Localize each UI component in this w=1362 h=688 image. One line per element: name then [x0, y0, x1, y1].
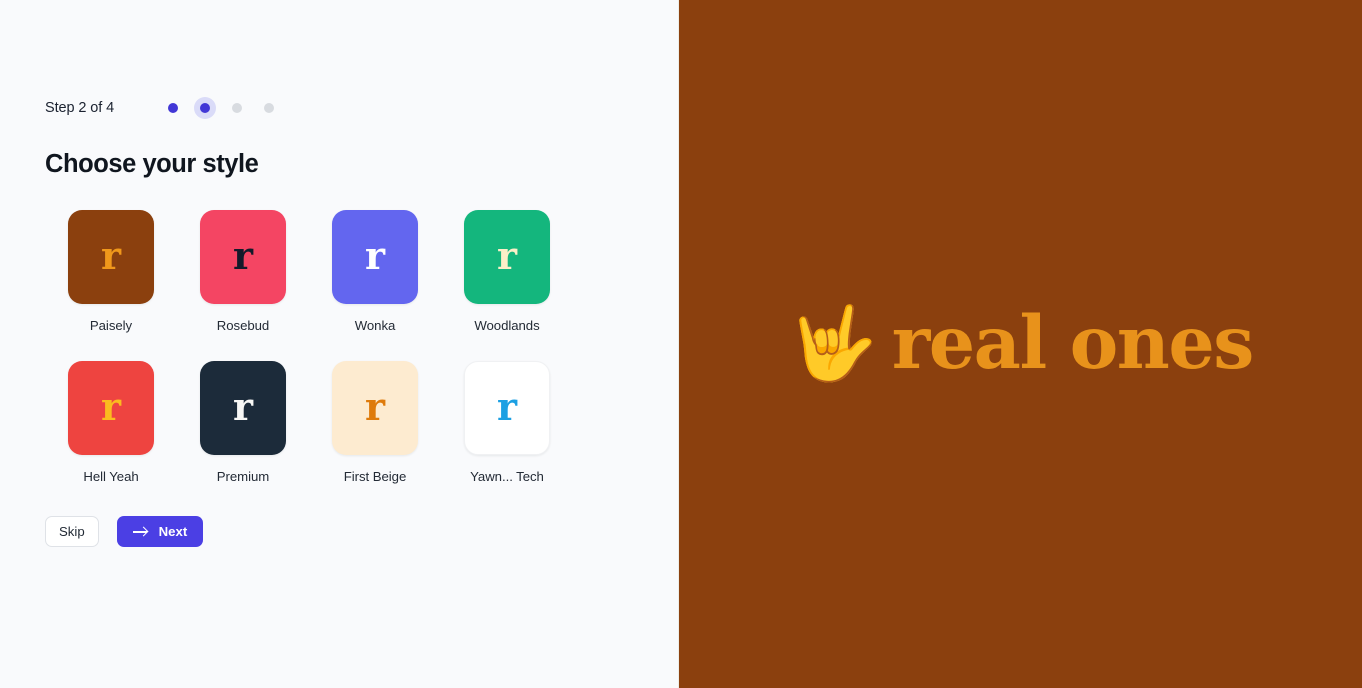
step-dot-4[interactable] — [258, 97, 280, 119]
next-button[interactable]: Next — [116, 516, 204, 547]
wizard-panel: Step 2 of 4 Choose your style r Paisely r R… — [0, 0, 679, 688]
brand-wordmark: real ones — [891, 299, 1255, 386]
style-option-premium[interactable]: r Premium — [177, 361, 309, 484]
style-glyph: r — [496, 384, 518, 429]
step-dot-marker — [264, 103, 275, 113]
style-option-yawn-tech[interactable]: r Yawn... Tech — [441, 361, 573, 484]
style-option-rosebud[interactable]: r Rosebud — [177, 210, 309, 333]
step-dot-3[interactable] — [226, 97, 248, 119]
wizard-content: Step 2 of 4 Choose your style r Paisely r R… — [0, 0, 678, 547]
wizard-actions: Skip Next — [45, 516, 678, 547]
style-swatch[interactable]: r — [464, 361, 550, 455]
style-grid: r Paisely r Rosebud r Wonka r Woodlands r Hell Ye… — [45, 210, 678, 484]
style-glyph: r — [100, 384, 122, 429]
style-glyph: r — [364, 233, 386, 278]
style-option-label: Paisely — [89, 318, 133, 333]
style-option-label: First Beige — [343, 469, 407, 484]
next-button-label: Next — [158, 524, 188, 539]
style-swatch[interactable]: r — [332, 361, 418, 455]
style-option-paisely[interactable]: r Paisely — [45, 210, 177, 333]
step-dot-marker — [200, 103, 211, 113]
style-swatch[interactable]: r — [200, 361, 286, 455]
style-glyph: r — [364, 384, 386, 429]
style-glyph: r — [232, 384, 254, 429]
page-title: Choose your style — [45, 150, 259, 178]
style-option-label: Wonka — [354, 318, 396, 333]
step-dot-2[interactable] — [194, 97, 217, 119]
skip-button[interactable]: Skip — [45, 516, 99, 547]
brand-logo: 🤟 real ones — [788, 299, 1255, 386]
style-option-woodlands[interactable]: r Woodlands — [441, 210, 573, 333]
style-swatch[interactable]: r — [68, 210, 154, 304]
arrow-right-icon — [132, 526, 148, 537]
style-swatch[interactable]: r — [464, 210, 550, 304]
step-indicator: Step 2 of 4 — [45, 96, 678, 120]
style-option-wonka[interactable]: r Wonka — [309, 210, 441, 333]
step-dot-marker — [168, 103, 179, 113]
style-option-first-beige[interactable]: r First Beige — [309, 361, 441, 484]
style-glyph: r — [496, 233, 518, 278]
style-option-label: Rosebud — [216, 318, 270, 333]
style-glyph: r — [100, 233, 122, 278]
style-swatch[interactable]: r — [332, 210, 418, 304]
step-label: Step 2 of 4 — [45, 100, 115, 116]
brand-panel: 🤟 real ones — [679, 0, 1362, 688]
style-option-label: Yawn... Tech — [470, 469, 544, 484]
onboarding-screen: Step 2 of 4 Choose your style r Paisely r R… — [0, 0, 1362, 688]
style-swatch[interactable]: r — [200, 210, 286, 304]
style-swatch[interactable]: r — [68, 361, 154, 455]
style-option-label: Hell Yeah — [83, 469, 139, 484]
step-dot-marker — [232, 103, 243, 113]
step-dot-1[interactable] — [162, 97, 184, 119]
style-option-hell-yeah[interactable]: r Hell Yeah — [45, 361, 177, 484]
style-option-label: Woodlands — [474, 318, 540, 333]
style-glyph: r — [232, 233, 254, 278]
love-you-hand-sign-icon: 🤟 — [788, 301, 878, 385]
step-dots — [162, 97, 280, 119]
style-option-label: Premium — [216, 469, 270, 484]
